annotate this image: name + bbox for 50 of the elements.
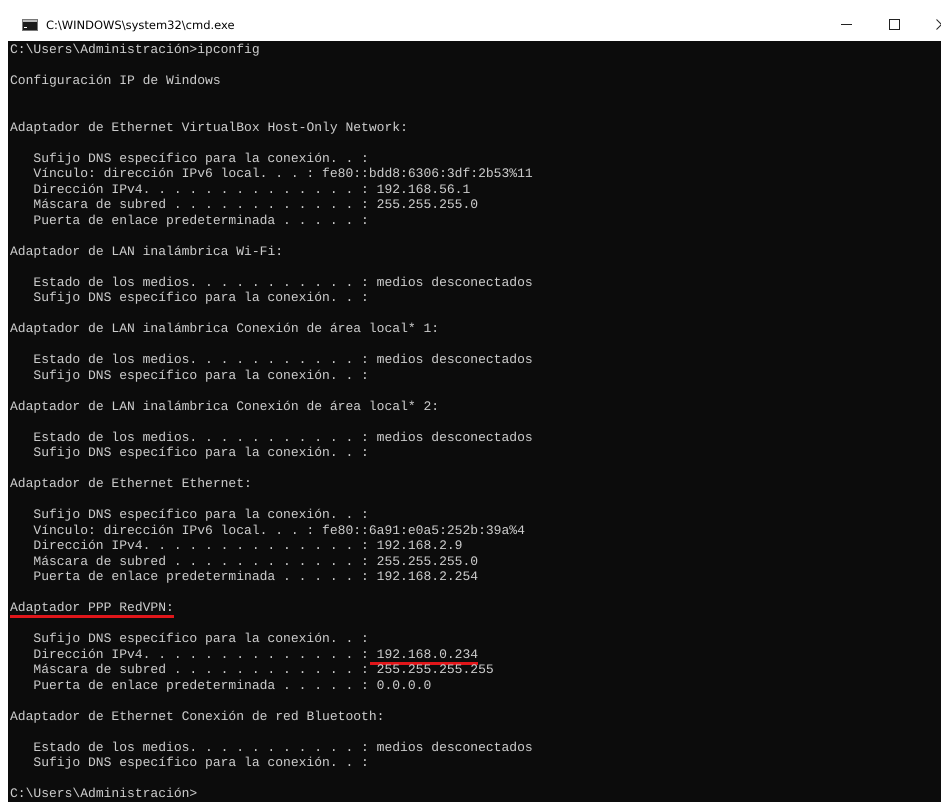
field-value: 0.0.0.0 [376, 678, 432, 694]
field-label: Vínculo: dirección IPv6 local. . . : [33, 166, 314, 183]
field-value: medios desconectados [376, 352, 533, 369]
console-text: C:\Users\Administración>ipconfig [10, 42, 260, 59]
field-label: Estado de los medios. . . . . . . . . . . : [33, 430, 369, 446]
console-text: C:\Users\Administración> [10, 786, 198, 802]
window-title: C:\WINDOWS\system32\cmd.exe [46, 18, 236, 32]
field-label: Sufijo DNS específico para la conexión. . : [33, 631, 369, 648]
field-label: Dirección IPv4. . . . . . . . . . . . . . : [33, 646, 369, 664]
field-value: medios desconectados [376, 430, 533, 446]
field-label: Sufijo DNS específico para la conexión. . : [33, 368, 369, 384]
field-label: Sufijo DNS específico para la conexión. . : [33, 755, 369, 772]
field-label: Vínculo: dirección IPv6 local. . . : [33, 522, 314, 540]
adapter-heading: Adaptador de Ethernet Conexión de red Bluetooth: [10, 708, 384, 726]
field-value: medios desconectados [376, 740, 533, 756]
field-label: Sufijo DNS específico para la conexión. . : [33, 150, 369, 168]
field-value: 192.168.0.234 [370, 646, 478, 664]
field-label: Máscara de subred . . . . . . . . . . . . : [33, 554, 369, 570]
field-label: Puerta de enlace predeterminada . . . . . : [33, 212, 369, 230]
field-label: Dirección IPv4. . . . . . . . . . . . . . : [33, 538, 369, 555]
field-value: 255.255.255.0 [376, 197, 478, 214]
adapter-heading: Adaptador de Ethernet VirtualBox Host-Only Network: [10, 120, 408, 136]
field-label: Puerta de enlace predeterminada . . . . . : [33, 569, 369, 586]
field-label: Dirección IPv4. . . . . . . . . . . . . . : [33, 182, 369, 198]
field-label: Sufijo DNS específico para la conexión. . : [33, 445, 369, 462]
field-value: 255.255.255.255 [376, 662, 494, 679]
adapter-heading: Adaptador PPP RedVPN: [10, 600, 174, 618]
field-label: Máscara de subred . . . . . . . . . . . . : [33, 197, 369, 214]
field-label: Estado de los medios. . . . . . . . . . . : [33, 274, 369, 292]
field-value: medios desconectados [376, 274, 533, 292]
field-value: 255.255.255.0 [376, 554, 478, 570]
console-app-icon [22, 18, 38, 30]
field-label: Puerta de enlace predeterminada . . . . . : [33, 678, 369, 694]
field-label: Estado de los medios. . . . . . . . . . . : [33, 740, 369, 756]
field-value: 192.168.2.9 [376, 538, 462, 555]
field-value: 192.168.56.1 [376, 182, 470, 198]
field-label: Máscara de subred . . . . . . . . . . . . : [33, 662, 369, 679]
minimize-icon[interactable] [841, 24, 853, 26]
adapter-heading: Adaptador de LAN inalámbrica Conexión de área local* 2: [10, 398, 440, 416]
field-label: Estado de los medios. . . . . . . . . . . : [33, 352, 369, 369]
adapter-heading: Adaptador de LAN inalámbrica Wi-Fi: [10, 244, 284, 260]
maximize-icon[interactable] [889, 19, 900, 30]
field-value: fe80::bdd8:6306:3df:2b53%11 [322, 166, 533, 183]
field-label: Sufijo DNS específico para la conexión. . : [33, 290, 369, 307]
field-label: Sufijo DNS específico para la conexión. . : [33, 507, 369, 524]
field-value: fe80::6a91:e0a5:252b:39a%4 [322, 522, 525, 540]
field-value: 192.168.2.254 [376, 569, 478, 586]
adapter-heading: Adaptador de Ethernet Ethernet: [10, 476, 252, 493]
console-text: Configuración IP de Windows [10, 73, 221, 90]
adapter-heading: Adaptador de LAN inalámbrica Conexión de área local* 1: [10, 321, 440, 338]
